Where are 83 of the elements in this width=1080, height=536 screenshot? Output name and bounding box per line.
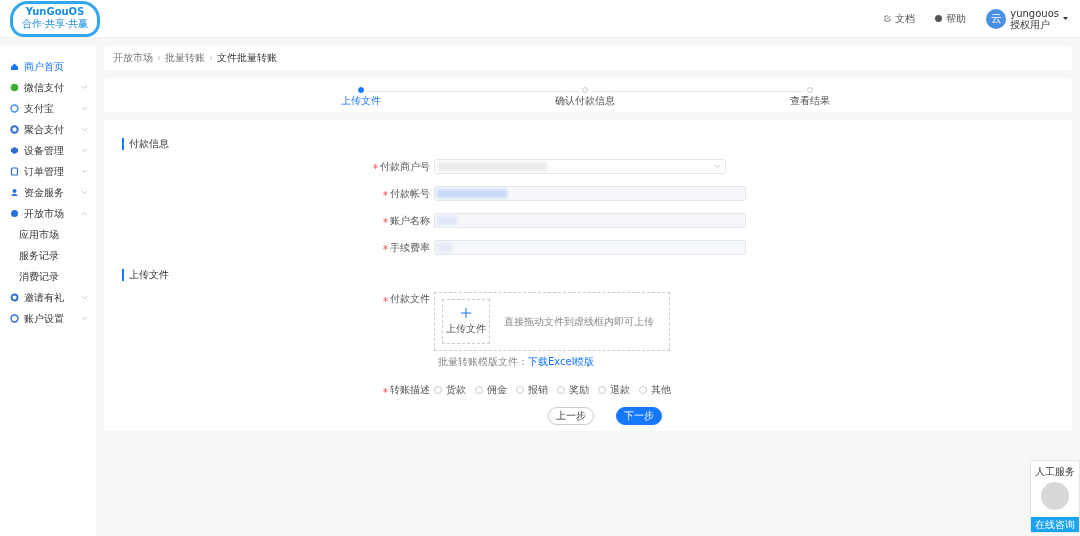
step-label: 查看结果 — [789, 94, 830, 108]
input-field[interactable] — [434, 186, 746, 201]
breadcrumb-link[interactable]: 文件批量转账 — [217, 51, 277, 65]
field-label: 转账描述 — [390, 383, 430, 397]
upload-hint: 直接拖动文件到虚线框内即可上传 — [504, 314, 654, 329]
sidebar-item[interactable]: 微信支付 — [0, 77, 96, 98]
step-label: 确认付款信息 — [555, 94, 616, 108]
field-label: 付款帐号 — [390, 186, 430, 201]
sidebar-subitem[interactable]: 应用市场 — [0, 224, 96, 245]
chevron-icon — [81, 85, 88, 90]
radio-circle[interactable] — [434, 386, 442, 394]
logo-slogan: 合作·共享·共赢 — [21, 17, 89, 30]
section-title: 付款信息 — [122, 138, 1072, 150]
chevron-icon — [81, 127, 88, 132]
sidebar-item[interactable]: 账户设置 — [0, 308, 96, 329]
radio-option[interactable]: 货款 — [434, 383, 466, 397]
chevron-icon — [81, 169, 88, 174]
radio-option[interactable]: 其他 — [639, 383, 671, 397]
plus-icon — [461, 307, 471, 318]
field-label: 付款商户号 — [380, 159, 430, 174]
step-label: 上传文件 — [341, 94, 382, 108]
chevron-icon — [81, 106, 88, 111]
header-link[interactable]: 帮助 — [935, 11, 967, 26]
upload-button[interactable]: 上传文件 — [442, 299, 490, 344]
sidebar-item[interactable]: 邀请有礼 — [0, 287, 96, 308]
radio-circle[interactable] — [598, 386, 606, 394]
chevron-icon — [81, 148, 88, 153]
ring-icon — [10, 125, 19, 134]
sidebar-item[interactable]: 支付宝 — [0, 98, 96, 119]
redacted-value — [437, 189, 507, 198]
input-field[interactable] — [434, 240, 746, 255]
person-icon — [10, 188, 19, 197]
hexagon-icon — [10, 146, 19, 155]
sidebar-item[interactable]: 开放市场 — [0, 203, 96, 224]
sidebar-item[interactable]: 设备管理 — [0, 140, 96, 161]
upload-dropzone[interactable]: 上传文件 直接拖动文件到虚线框内即可上传 — [434, 292, 670, 351]
widget-title: 人工服务 — [1035, 465, 1075, 479]
sidebar-subitem[interactable]: 消费记录 — [0, 266, 96, 287]
dot-icon — [10, 209, 19, 218]
circle-icon — [10, 104, 19, 113]
field-label: 付款文件 — [390, 292, 430, 306]
radio-circle[interactable] — [557, 386, 565, 394]
chevron-icon — [714, 164, 721, 169]
header-link[interactable]: 文档 — [884, 11, 916, 26]
sidebar-subitem[interactable]: 服务记录 — [0, 245, 96, 266]
edit-icon — [884, 15, 892, 22]
radio-circle[interactable] — [639, 386, 647, 394]
user-name: yungouos — [1010, 7, 1059, 19]
radio-option[interactable]: 退款 — [598, 383, 630, 397]
sidebar-item[interactable]: 聚合支付 — [0, 119, 96, 140]
avatar-placeholder — [1041, 482, 1069, 510]
radio-option[interactable]: 报销 — [516, 383, 548, 397]
logo-title: YunGouOS — [25, 7, 85, 17]
section-title: 上传文件 — [122, 269, 169, 281]
chevron-icon — [81, 190, 88, 195]
sidebar-item[interactable]: 商户首页 — [0, 56, 96, 77]
select-field[interactable] — [434, 159, 726, 174]
template-label: 批量转账模版文件： — [438, 355, 528, 369]
field-label: 账户名称 — [390, 213, 430, 228]
home-icon — [10, 62, 19, 71]
next-button[interactable]: 下一步 — [616, 407, 662, 425]
back-button[interactable]: 上一步 — [548, 407, 594, 425]
chevron-right-icon — [209, 55, 213, 61]
clipboard-icon — [10, 167, 19, 176]
sidebar-item[interactable]: 订单管理 — [0, 161, 96, 182]
radio-circle[interactable] — [516, 386, 524, 394]
field-label: 手续费率 — [390, 240, 430, 255]
user-role: 授权用户 — [1010, 18, 1051, 30]
chevron-right-icon — [157, 55, 161, 61]
chevron-icon — [81, 295, 88, 300]
breadcrumb-link[interactable]: 批量转账 — [165, 51, 205, 65]
input-field[interactable] — [434, 213, 746, 228]
caret-icon — [1063, 17, 1068, 20]
radio-option[interactable]: 佣金 — [475, 383, 507, 397]
radio-circle[interactable] — [475, 386, 483, 394]
breadcrumb-link[interactable]: 开放市场 — [113, 51, 153, 65]
radio-option[interactable]: 奖励 — [557, 383, 589, 397]
template-link[interactable]: 下载Excel模版 — [528, 355, 595, 369]
chevron-icon — [81, 211, 88, 216]
circle-icon — [10, 314, 19, 323]
sidebar-item[interactable]: 资金服务 — [0, 182, 96, 203]
chevron-icon — [81, 316, 88, 321]
ring-icon — [10, 293, 19, 302]
